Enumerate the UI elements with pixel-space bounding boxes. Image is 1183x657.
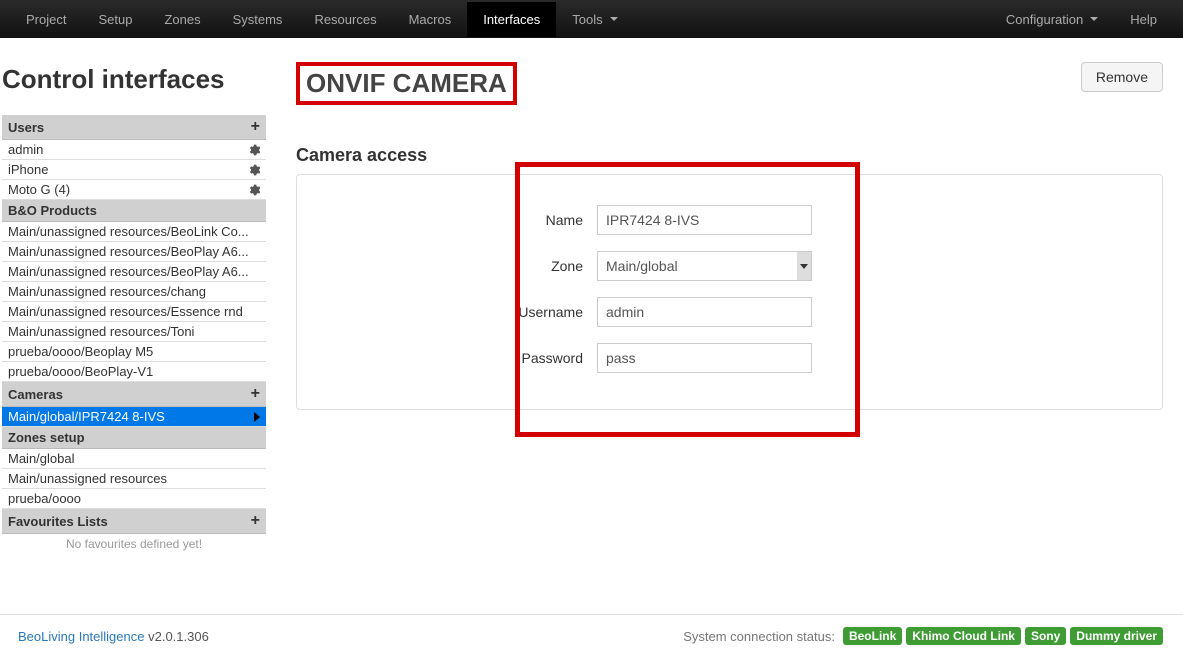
gear-icon[interactable] bbox=[248, 184, 260, 196]
sidebar-item-user[interactable]: admin bbox=[2, 140, 266, 160]
section-cameras: Cameras + bbox=[2, 382, 266, 407]
nav-macros[interactable]: Macros bbox=[393, 2, 468, 37]
sidebar-item-product[interactable]: Main/unassigned resources/Essence rnd bbox=[2, 302, 266, 322]
section-zones-label: Zones setup bbox=[8, 430, 85, 445]
main-content: ONVIF CAMERA Remove Camera access Name Z… bbox=[266, 38, 1183, 554]
camera-access-form: Name Zone Main/global Username Password bbox=[296, 174, 1163, 410]
remove-button[interactable]: Remove bbox=[1081, 62, 1163, 92]
sidebar-item-zone[interactable]: Main/unassigned resources bbox=[2, 469, 266, 489]
add-favourite-icon[interactable]: + bbox=[251, 512, 260, 530]
top-navbar: Project Setup Zones Systems Resources Ma… bbox=[0, 0, 1183, 38]
status-label: System connection status: bbox=[683, 629, 835, 644]
gear-icon[interactable] bbox=[248, 144, 260, 156]
section-products: B&O Products bbox=[2, 200, 266, 222]
chevron-down-icon bbox=[1090, 17, 1098, 21]
nav-help[interactable]: Help bbox=[1114, 2, 1173, 37]
chevron-down-icon bbox=[797, 252, 811, 280]
sidebar-item-user[interactable]: iPhone bbox=[2, 160, 266, 180]
footer: BeoLiving Intelligence v2.0.1.306 System… bbox=[0, 614, 1183, 657]
status-badge: BeoLink bbox=[843, 627, 902, 645]
nav-setup[interactable]: Setup bbox=[82, 2, 148, 37]
footer-version: v2.0.1.306 bbox=[148, 629, 209, 644]
sidebar-item-user[interactable]: Moto G (4) bbox=[2, 180, 266, 200]
nav-interfaces[interactable]: Interfaces bbox=[467, 2, 556, 37]
nav-configuration[interactable]: Configuration bbox=[990, 2, 1114, 37]
sidebar-item-product[interactable]: Main/unassigned resources/BeoPlay A6... bbox=[2, 262, 266, 282]
name-label: Name bbox=[297, 212, 597, 228]
page-title: ONVIF CAMERA bbox=[296, 62, 517, 105]
nav-tools[interactable]: Tools bbox=[556, 2, 633, 37]
sidebar-item-product[interactable]: prueba/oooo/Beoplay M5 bbox=[2, 342, 266, 362]
sidebar-item-zone[interactable]: prueba/oooo bbox=[2, 489, 266, 509]
sidebar-item-product[interactable]: Main/unassigned resources/chang bbox=[2, 282, 266, 302]
nav-zones[interactable]: Zones bbox=[148, 2, 216, 37]
chevron-down-icon bbox=[610, 17, 618, 21]
sidebar: Control interfaces Users + admin iPhone … bbox=[0, 38, 266, 554]
triangle-right-icon bbox=[254, 412, 260, 422]
section-zones: Zones setup bbox=[2, 427, 266, 449]
section-favourites: Favourites Lists + bbox=[2, 509, 266, 534]
section-products-label: B&O Products bbox=[8, 203, 97, 218]
nav-right: Configuration Help bbox=[990, 2, 1173, 37]
password-label: Password bbox=[297, 350, 597, 366]
section-users-label: Users bbox=[8, 120, 44, 135]
nav-configuration-label: Configuration bbox=[1006, 12, 1083, 27]
sidebar-item-label: admin bbox=[8, 142, 43, 157]
password-input[interactable] bbox=[597, 343, 812, 373]
nav-resources[interactable]: Resources bbox=[298, 2, 392, 37]
zone-label: Zone bbox=[297, 258, 597, 274]
camera-access-title: Camera access bbox=[296, 145, 1163, 166]
nav-left: Project Setup Zones Systems Resources Ma… bbox=[10, 2, 634, 37]
zone-select-value: Main/global bbox=[606, 258, 678, 274]
footer-brand-link[interactable]: BeoLiving Intelligence bbox=[18, 629, 144, 644]
name-input[interactable] bbox=[597, 205, 812, 235]
sidebar-item-zone[interactable]: Main/global bbox=[2, 449, 266, 469]
favourites-empty-note: No favourites defined yet! bbox=[2, 534, 266, 554]
sidebar-item-product[interactable]: Main/unassigned resources/BeoPlay A6... bbox=[2, 242, 266, 262]
nav-tools-label: Tools bbox=[572, 12, 602, 27]
sidebar-title: Control interfaces bbox=[2, 64, 266, 95]
sidebar-item-product[interactable]: Main/unassigned resources/BeoLink Co... bbox=[2, 222, 266, 242]
nav-systems[interactable]: Systems bbox=[217, 2, 299, 37]
status-badge: Khimo Cloud Link bbox=[906, 627, 1021, 645]
zone-select[interactable]: Main/global bbox=[597, 251, 812, 281]
status-badge: Sony bbox=[1025, 627, 1066, 645]
section-users: Users + bbox=[2, 115, 266, 140]
sidebar-item-label: iPhone bbox=[8, 162, 48, 177]
sidebar-item-label: Main/global/IPR7424 8-IVS bbox=[8, 409, 165, 424]
status-badge: Dummy driver bbox=[1070, 627, 1163, 645]
sidebar-item-product[interactable]: Main/unassigned resources/Toni bbox=[2, 322, 266, 342]
username-input[interactable] bbox=[597, 297, 812, 327]
sidebar-item-label: Moto G (4) bbox=[8, 182, 70, 197]
footer-brand[interactable]: BeoLiving Intelligence v2.0.1.306 bbox=[18, 629, 209, 644]
sidebar-item-product[interactable]: prueba/oooo/BeoPlay-V1 bbox=[2, 362, 266, 382]
section-cameras-label: Cameras bbox=[8, 387, 63, 402]
add-camera-icon[interactable]: + bbox=[251, 385, 260, 403]
gear-icon[interactable] bbox=[248, 164, 260, 176]
add-user-icon[interactable]: + bbox=[251, 118, 260, 136]
section-favourites-label: Favourites Lists bbox=[8, 514, 108, 529]
nav-project[interactable]: Project bbox=[10, 2, 82, 37]
username-label: Username bbox=[297, 304, 597, 320]
sidebar-item-camera[interactable]: Main/global/IPR7424 8-IVS bbox=[2, 407, 266, 427]
